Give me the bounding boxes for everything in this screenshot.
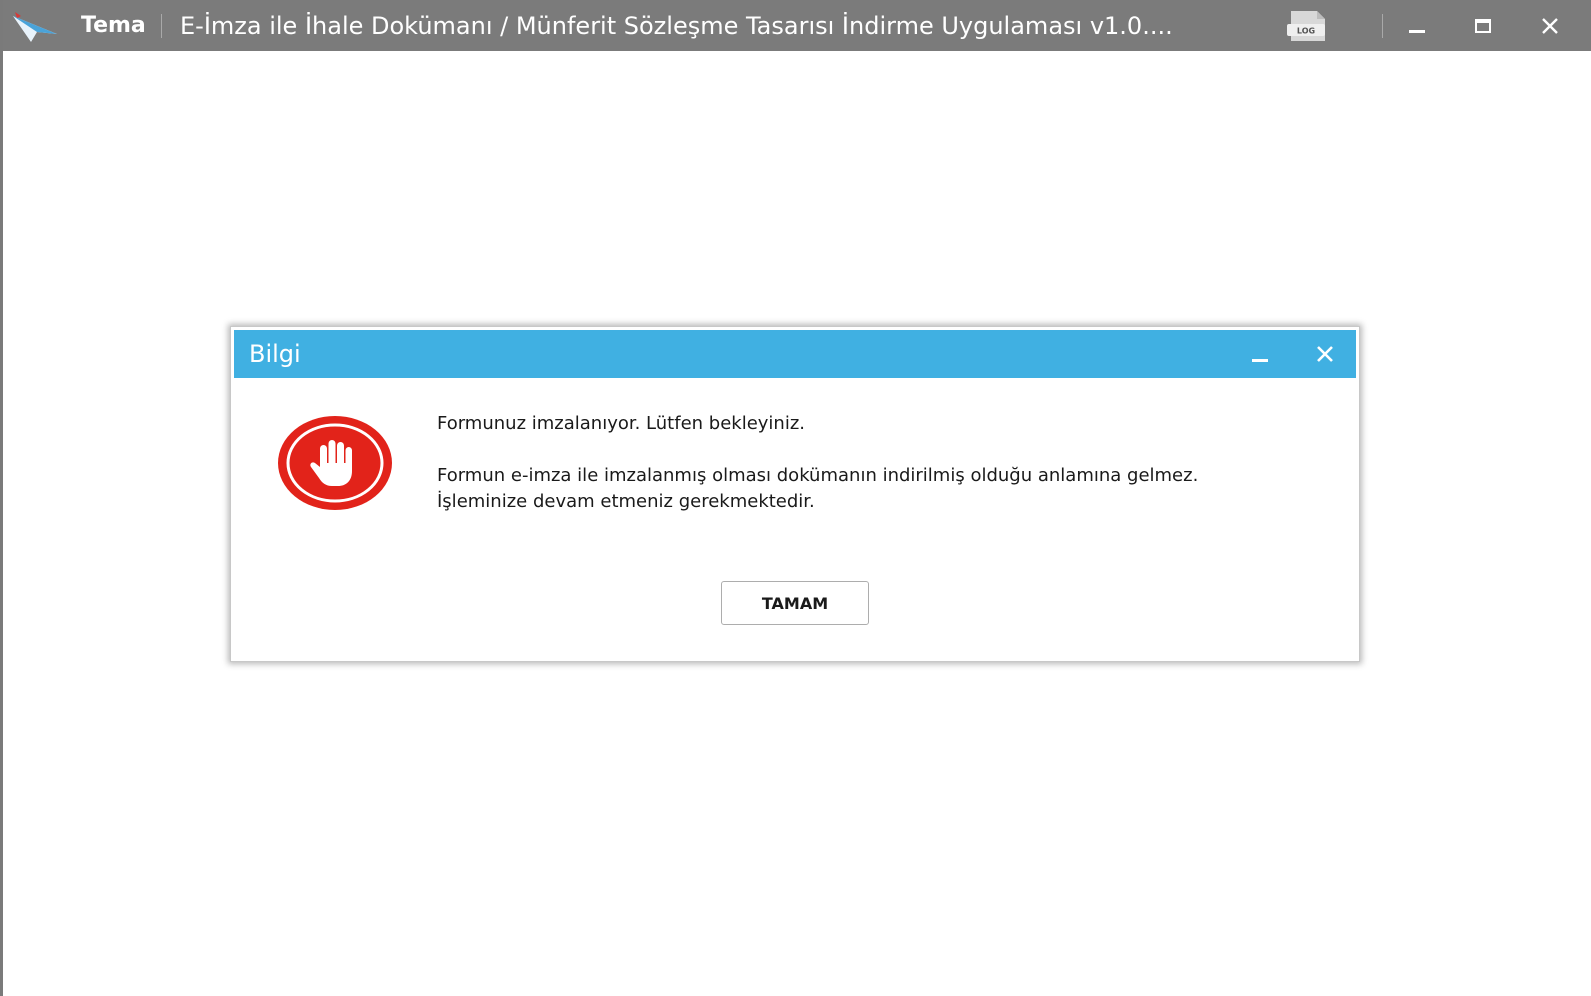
dialog-minimize-button[interactable] (1242, 336, 1278, 372)
minimize-icon (1409, 30, 1425, 33)
message-line-2: Formun e-imza ile imzalanmış olması dokü… (437, 465, 1199, 486)
stop-hand-icon (278, 416, 392, 510)
log-file-icon: LOG (1287, 11, 1325, 41)
maximize-icon (1475, 19, 1491, 33)
app-logo-icon (13, 12, 57, 42)
ok-button[interactable]: TAMAM (721, 581, 869, 625)
message-line-3: İşleminize devam etmeniz gerekmektedir. (437, 491, 815, 512)
title-separator-2 (1382, 14, 1383, 38)
window-minimize-button[interactable] (1397, 6, 1437, 46)
brand-label: Tema (81, 13, 146, 38)
title-bar: Tema E-İmza ile İhale Dokümanı / Münferi… (3, 0, 1591, 51)
dialog-close-button[interactable] (1307, 336, 1343, 372)
minimize-icon (1252, 359, 1268, 362)
app-window: Tema E-İmza ile İhale Dokümanı / Münferi… (0, 0, 1591, 996)
dialog-header: Bilgi (234, 330, 1356, 378)
title-separator (161, 14, 162, 38)
dialog-title: Bilgi (249, 340, 301, 368)
log-button[interactable]: LOG (1285, 9, 1329, 43)
close-icon (1542, 18, 1558, 34)
window-close-button[interactable] (1530, 6, 1570, 46)
info-dialog: Bilgi Formunuz imzalanıyor. Lütfen bekle… (231, 327, 1359, 661)
log-label: LOG (1297, 27, 1315, 36)
window-title: E-İmza ile İhale Dokümanı / Münferit Söz… (180, 12, 1173, 40)
close-icon (1317, 346, 1333, 362)
window-maximize-button[interactable] (1463, 6, 1503, 46)
dialog-message: Formunuz imzalanıyor. Lütfen bekleyiniz.… (437, 411, 1337, 515)
message-line-1: Formunuz imzalanıyor. Lütfen bekleyiniz. (437, 413, 805, 434)
